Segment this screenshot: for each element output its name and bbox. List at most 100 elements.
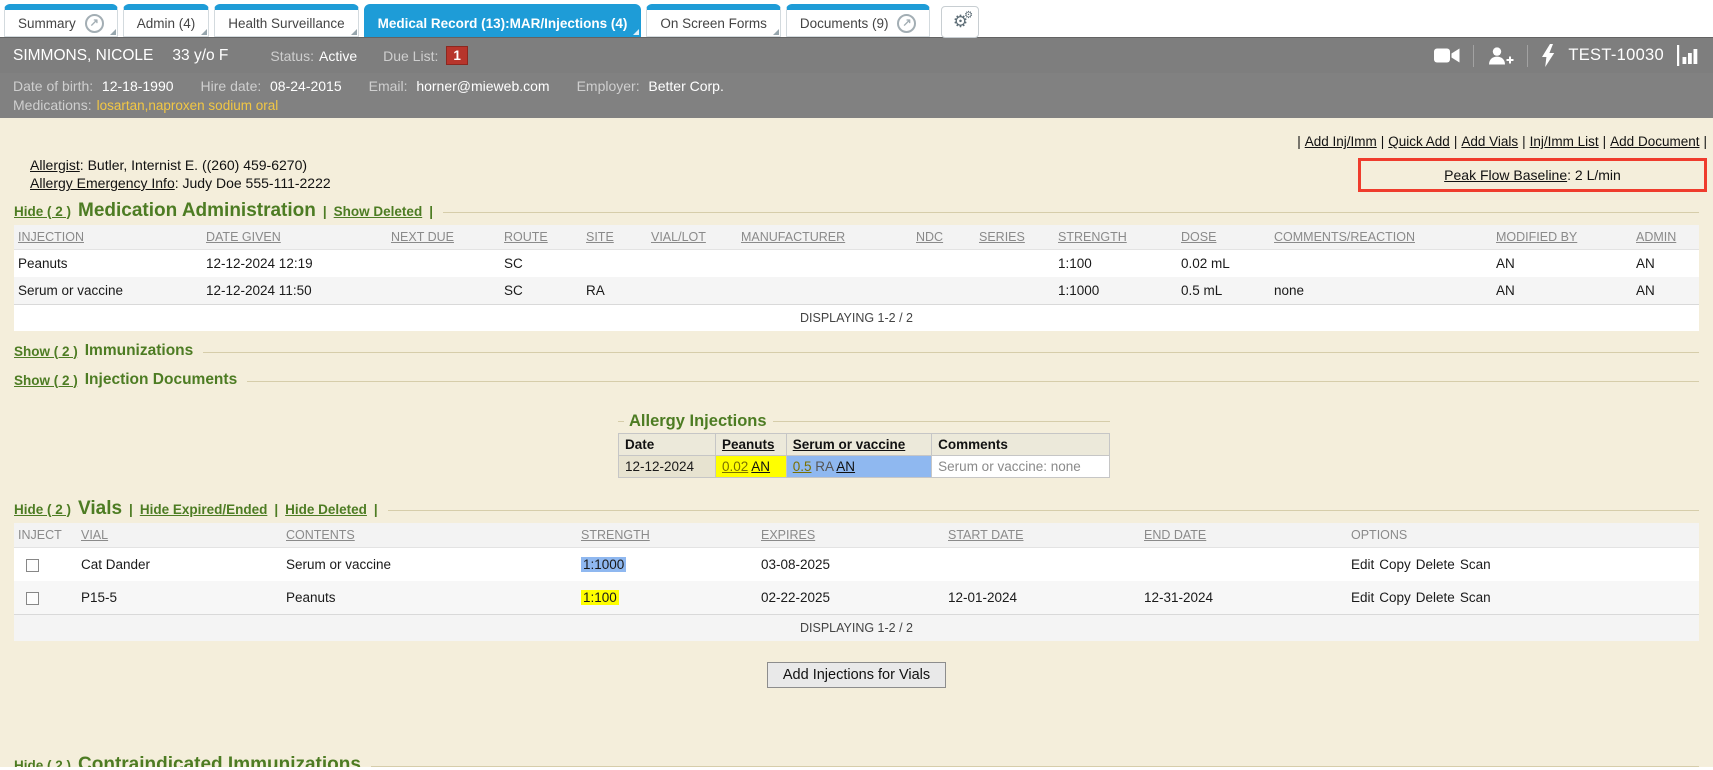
col-vial-lot[interactable]: VIAL/LOT <box>647 225 737 250</box>
cell: Serum or vaccine <box>14 277 202 305</box>
col-comments-reaction[interactable]: COMMENTS/REACTION <box>1270 225 1492 250</box>
add-document-link[interactable]: Add Document <box>1610 134 1699 149</box>
separator: | <box>323 204 327 219</box>
admin-initials-link[interactable]: AN <box>751 459 770 474</box>
copy-link[interactable]: Copy <box>1379 557 1411 572</box>
col-series[interactable]: SERIES <box>975 225 1054 250</box>
tab-dropdown-fold-icon[interactable] <box>201 29 207 35</box>
col-vial[interactable]: VIAL <box>77 523 282 548</box>
hide-contraindicated-link[interactable]: Hide ( 2 ) <box>14 758 71 768</box>
launch-icon[interactable]: ↗ <box>897 14 916 33</box>
add-injections-for-vials-button[interactable]: Add Injections for Vials <box>767 662 946 688</box>
medication-administration-table: INJECTION DATE GIVEN NEXT DUE ROUTE SITE… <box>14 225 1699 331</box>
dob-field: Date of birth: 12-18-1990 <box>13 78 174 94</box>
quick-add-link[interactable]: Quick Add <box>1388 134 1450 149</box>
peak-flow-baseline-link[interactable]: Peak Flow Baseline <box>1444 167 1567 183</box>
col-admin[interactable]: ADMIN <box>1632 225 1699 250</box>
col-strength[interactable]: STRENGTH <box>1054 225 1177 250</box>
col-contents[interactable]: CONTENTS <box>282 523 577 548</box>
admin-initials-link[interactable]: AN <box>836 459 855 474</box>
allergy-emergency-value: : Judy Doe 555-111-2222 <box>175 175 331 191</box>
tab-health-surveillance[interactable]: Health Surveillance <box>214 4 358 37</box>
col-modified-by[interactable]: MODIFIED BY <box>1492 225 1632 250</box>
edit-link[interactable]: Edit <box>1351 590 1374 605</box>
allergy-emergency-link[interactable]: Allergy Emergency Info <box>30 175 175 191</box>
hide-expired-ended-link[interactable]: Hide Expired/Ended <box>140 502 268 517</box>
allergist-value: : Butler, Internist E. ((260) 459-6270) <box>80 157 307 173</box>
comments-cell: Serum or vaccine: none <box>932 456 1110 478</box>
tab-dropdown-fold-icon[interactable] <box>773 29 779 35</box>
email-label: Email: <box>369 78 408 94</box>
section-title: Medication Administration <box>78 200 316 222</box>
show-deleted-link[interactable]: Show Deleted <box>334 204 423 219</box>
col-end-date[interactable]: END DATE <box>1140 523 1347 548</box>
settings-gear-button[interactable]: ⚙⚙ <box>941 6 979 38</box>
cell: RA <box>582 277 647 305</box>
peanuts-vial-link[interactable]: Peanuts <box>722 437 775 452</box>
allergist-link[interactable]: Allergist <box>30 157 80 173</box>
hide-vials-link[interactable]: Hide ( 2 ) <box>14 502 71 517</box>
edit-link[interactable]: Edit <box>1351 557 1374 572</box>
tab-dropdown-fold-icon[interactable] <box>351 29 357 35</box>
tab-on-screen-forms[interactable]: On Screen Forms <box>646 4 781 37</box>
table-row[interactable]: Peanuts 12-12-2024 12:19 SC 1:100 0.02 m… <box>14 250 1699 278</box>
hide-med-admin-link[interactable]: Hide ( 2 ) <box>14 204 71 219</box>
add-inj-imm-link[interactable]: Add Inj/Imm <box>1305 134 1377 149</box>
serum-vial-link[interactable]: Serum or vaccine <box>793 437 906 452</box>
col-expires[interactable]: EXPIRES <box>757 523 944 548</box>
options-cell: Edit Copy Delete Scan <box>1347 581 1699 615</box>
webchart-app: Summary ↗ Admin (4) Health Surveillance … <box>0 0 1713 770</box>
col-ndc[interactable]: NDC <box>912 225 975 250</box>
delete-link[interactable]: Delete <box>1416 590 1455 605</box>
launch-icon[interactable]: ↗ <box>85 14 104 33</box>
delete-link[interactable]: Delete <box>1416 557 1455 572</box>
copy-link[interactable]: Copy <box>1379 590 1411 605</box>
col-dose[interactable]: DOSE <box>1177 225 1270 250</box>
table-row[interactable]: Serum or vaccine 12-12-2024 11:50 SC RA … <box>14 277 1699 305</box>
add-person-icon[interactable] <box>1487 47 1514 65</box>
medication-link[interactable]: losartan <box>97 98 145 113</box>
lightning-bolt-icon[interactable] <box>1541 44 1555 67</box>
col-manufacturer[interactable]: MANUFACTURER <box>737 225 912 250</box>
vial-checkbox[interactable] <box>26 559 39 572</box>
tab-admin[interactable]: Admin (4) <box>123 4 210 37</box>
tab-label: On Screen Forms <box>660 16 767 31</box>
col-strength[interactable]: STRENGTH <box>577 523 757 548</box>
inj-imm-list-link[interactable]: Inj/Imm List <box>1530 134 1599 149</box>
section-immunizations: Show ( 2 ) Immunizations <box>14 342 1699 360</box>
strength-cell: 1:1000 <box>577 548 757 582</box>
scan-link[interactable]: Scan <box>1460 590 1491 605</box>
scan-link[interactable]: Scan <box>1460 557 1491 572</box>
tab-label: Admin (4) <box>137 16 196 31</box>
col-date-given[interactable]: DATE GIVEN <box>202 225 387 250</box>
col-start-date[interactable]: START DATE <box>944 523 1140 548</box>
expires-cell: 02-22-2025 <box>757 581 944 615</box>
col-route[interactable]: ROUTE <box>500 225 582 250</box>
col-next-due[interactable]: NEXT DUE <box>387 225 500 250</box>
pagination-status: DISPLAYING 1-2 / 2 <box>14 615 1699 642</box>
show-injection-documents-link[interactable]: Show ( 2 ) <box>14 373 78 388</box>
peak-flow-baseline-box: Peak Flow Baseline: 2 L/min <box>1358 158 1707 192</box>
add-vials-link[interactable]: Add Vials <box>1461 134 1518 149</box>
bar-chart-icon[interactable] <box>1677 45 1700 66</box>
tab-documents[interactable]: Documents (9) ↗ <box>786 4 931 37</box>
video-camera-icon[interactable] <box>1434 47 1460 64</box>
separator: | <box>429 204 433 219</box>
patient-header: SIMMONS, NICOLE 33 y/o F Status: Active … <box>0 37 1713 73</box>
hide-deleted-link[interactable]: Hide Deleted <box>285 502 367 517</box>
tab-dropdown-fold-icon[interactable] <box>110 29 116 35</box>
col-site[interactable]: SITE <box>582 225 647 250</box>
due-list-badge[interactable]: 1 <box>446 46 468 65</box>
status-value: Active <box>319 48 357 64</box>
medication-link[interactable]: naproxen sodium oral <box>148 98 278 113</box>
dose-link[interactable]: 0.02 <box>722 459 748 474</box>
tab-summary[interactable]: Summary ↗ <box>4 4 118 37</box>
col-injection[interactable]: INJECTION <box>14 225 202 250</box>
dose-link[interactable]: 0.5 <box>793 459 812 474</box>
tab-dropdown-fold-icon[interactable] <box>633 29 639 35</box>
tab-medical-record-mar-injections[interactable]: Medical Record (13):MAR/Injections (4) <box>364 4 642 37</box>
show-immunizations-link[interactable]: Show ( 2 ) <box>14 344 78 359</box>
cell: 0.5 mL <box>1177 277 1270 305</box>
vial-checkbox[interactable] <box>26 592 39 605</box>
patient-header-actions: TEST-10030 <box>1434 44 1700 67</box>
